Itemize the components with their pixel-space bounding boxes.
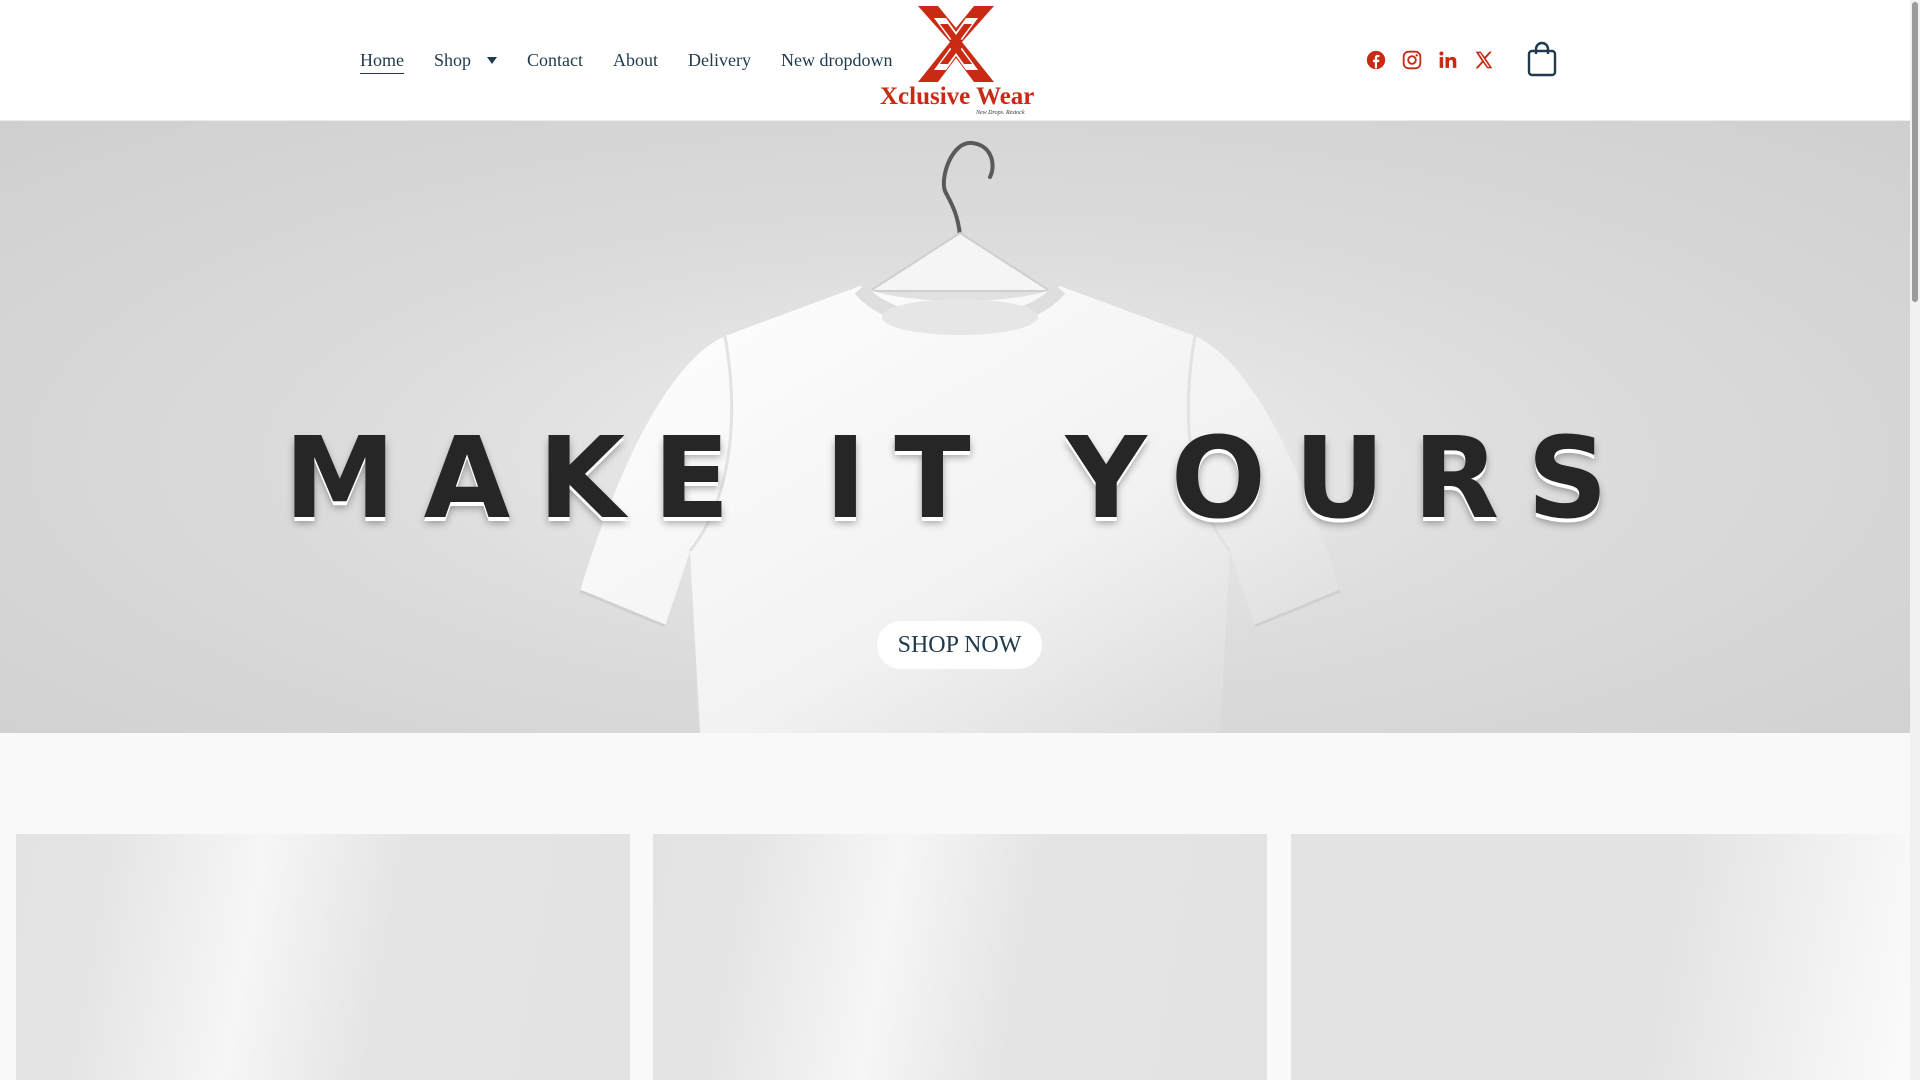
linkedin-icon[interactable] (1436, 48, 1460, 72)
site-header: Home Shop Contact About Delivery New dro… (0, 0, 1920, 121)
nav-new-dropdown-label: New dropdown (781, 50, 893, 70)
logo-tagline: New Drops. Restock (976, 110, 1025, 116)
logo-wordmark: Xclusive Wear (880, 83, 1035, 110)
product-card-placeholder[interactable] (653, 834, 1267, 1080)
nav-home-label: Home (360, 50, 404, 70)
caret-down-icon (487, 57, 498, 64)
brand-logo[interactable]: Xclusive Wear New Drops. Restock (880, 4, 1035, 118)
x-icon[interactable] (1472, 48, 1496, 72)
product-card-placeholder[interactable] (1291, 834, 1905, 1080)
hero-banner: MAKE IT YOURS SHOP NOW (0, 121, 1920, 733)
nav-shop-label: Shop (434, 50, 472, 70)
nav-new-dropdown[interactable]: New dropdown (781, 50, 892, 71)
nav-contact-label: Contact (527, 50, 584, 70)
nav-shop[interactable]: Shop (434, 50, 498, 71)
social-links (1364, 48, 1508, 72)
product-card-placeholder[interactable] (16, 834, 630, 1080)
main-nav: Home Shop Contact About Delivery New dro… (360, 0, 922, 121)
facebook-icon[interactable] (1364, 48, 1388, 72)
shopping-bag-icon[interactable] (1527, 41, 1557, 77)
nav-delivery[interactable]: Delivery (688, 50, 751, 71)
scrollbar-thumb[interactable] (1912, 2, 1918, 302)
nav-delivery-label: Delivery (688, 50, 751, 70)
shop-now-button[interactable]: SHOP NOW (877, 621, 1042, 669)
nav-about-label: About (613, 50, 659, 70)
nav-home[interactable]: Home (360, 50, 404, 74)
nav-about[interactable]: About (613, 50, 658, 71)
instagram-icon[interactable] (1400, 48, 1424, 72)
hero-title: MAKE IT YOURS (284, 414, 1636, 544)
logo-mark-icon (918, 6, 994, 82)
nav-contact[interactable]: Contact (527, 50, 583, 71)
page-scrollbar[interactable] (1910, 0, 1920, 1080)
